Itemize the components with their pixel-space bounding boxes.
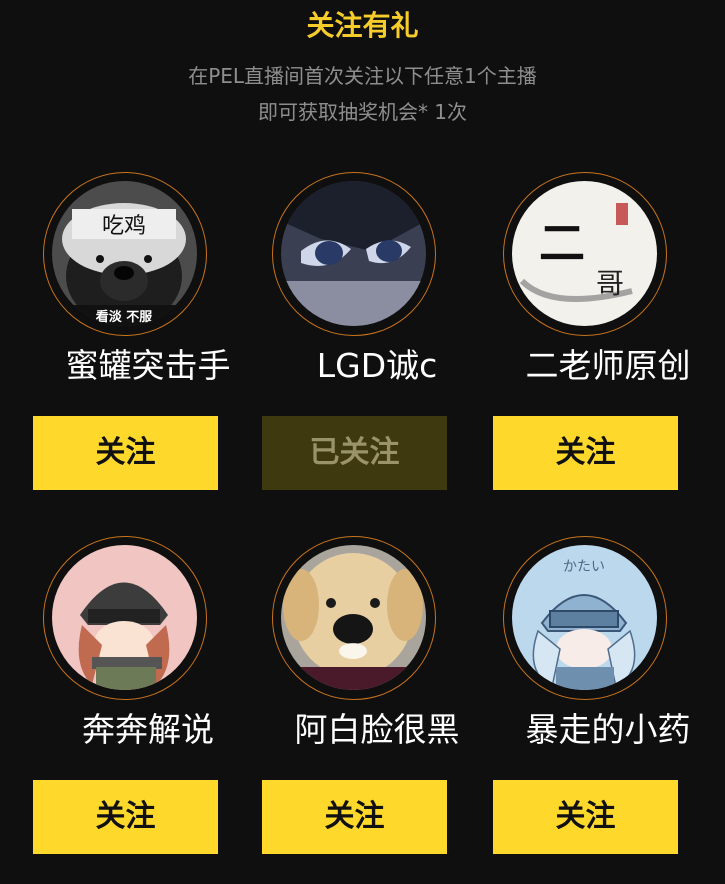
streamer-name: LGD诚c — [316, 346, 438, 385]
avatar-ring: 二 哥 — [503, 172, 667, 336]
streamer-name: 奔奔解说 — [82, 710, 214, 749]
avatar-top-text: かたい — [563, 559, 605, 575]
streamer-card: かたい 暴走的小药 关注 — [493, 536, 723, 866]
follow-button[interactable]: 关注 — [493, 416, 678, 490]
streamer-card: 吃鸡 看淡 不服 蜜罐突击手 关注 — [33, 172, 263, 502]
avatar-ring: かたい — [503, 536, 667, 700]
avatar-caption: 看淡 不服 — [96, 309, 154, 325]
avatar[interactable] — [52, 545, 197, 690]
streamer-name: 蜜罐突击手 — [65, 346, 231, 385]
avatar-calligraphy-main: 二 — [539, 216, 585, 270]
streamer-card: LGD诚c 已关注 — [262, 172, 492, 502]
avatar[interactable]: 吃鸡 看淡 不服 — [52, 181, 197, 326]
avatar-ring: 吃鸡 看淡 不服 — [43, 172, 207, 336]
streamer-card: 二 哥 二老师原创 关注 — [493, 172, 723, 502]
subtitle-line-1: 在PEL直播间首次关注以下任意1个主播 — [188, 64, 537, 88]
streamer-card: 奔奔解说 关注 — [33, 536, 263, 866]
avatar[interactable] — [281, 545, 426, 690]
followed-button[interactable]: 已关注 — [262, 416, 447, 490]
follow-button[interactable]: 关注 — [262, 780, 447, 854]
avatar-ring — [272, 172, 436, 336]
avatar[interactable]: かたい — [512, 545, 657, 690]
subtitle-line-2: 即可获取抽奖机会* 1次 — [257, 100, 468, 124]
streamer-card: 阿白脸很黑 关注 — [262, 536, 492, 866]
avatar[interactable]: 二 哥 — [512, 181, 657, 326]
avatar-ring — [43, 536, 207, 700]
streamer-name: 暴走的小药 — [525, 710, 691, 749]
avatar-ring — [272, 536, 436, 700]
avatar-calligraphy-sub: 哥 — [596, 267, 624, 300]
follow-button[interactable]: 关注 — [493, 780, 678, 854]
streamer-name: 阿白脸很黑 — [294, 710, 460, 749]
avatar[interactable] — [281, 181, 426, 326]
streamer-name: 二老师原创 — [525, 346, 691, 385]
page-title: 关注有礼 — [306, 9, 419, 42]
avatar-helmet-text: 吃鸡 — [102, 214, 146, 239]
follow-button[interactable]: 关注 — [33, 780, 218, 854]
follow-button[interactable]: 关注 — [33, 416, 218, 490]
